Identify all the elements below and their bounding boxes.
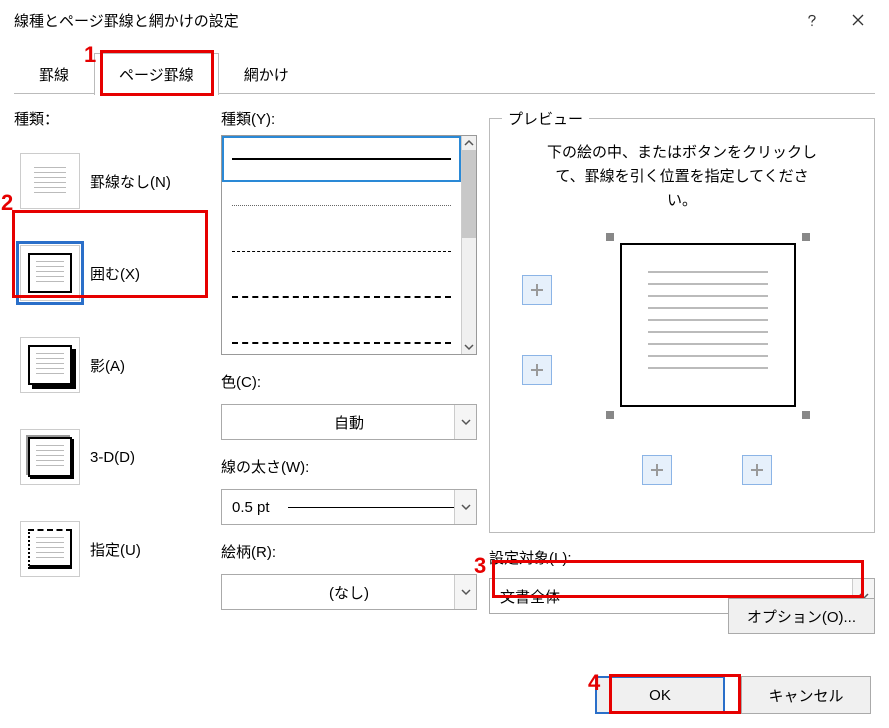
chevron-down-icon (454, 575, 476, 609)
art-value: (なし) (232, 582, 466, 603)
setting-box-icon (20, 245, 80, 301)
line-style-list[interactable] (221, 135, 477, 355)
width-label: 線の太さ(W): (221, 456, 477, 477)
apply-to-label: 設定対象(L): (489, 547, 875, 568)
tab-page-border[interactable]: ページ罫線 (94, 53, 219, 95)
border-top-toggle[interactable] (522, 275, 552, 305)
style-label: 種類(Y): (221, 108, 477, 129)
setting-3d-label: 3-D(D) (90, 449, 135, 466)
preview-page[interactable] (620, 243, 796, 407)
setting-shadow[interactable]: 影(A) (14, 319, 209, 411)
setting-type-label: 種類： (14, 108, 209, 129)
tabstrip: 罫線 ページ罫線 網かけ (0, 40, 889, 94)
setting-custom[interactable]: 指定(U) (14, 503, 209, 595)
chevron-down-icon (454, 490, 476, 524)
width-combo[interactable]: 0.5 pt (221, 489, 477, 525)
setting-box-label: 囲む(X) (90, 263, 140, 284)
art-combo[interactable]: (なし) (221, 574, 477, 610)
border-left-toggle[interactable] (642, 455, 672, 485)
scroll-up-icon[interactable] (462, 136, 476, 150)
style-option-dashed-1[interactable] (222, 228, 461, 274)
setting-none-icon (20, 153, 80, 209)
setting-3d-icon (20, 429, 80, 485)
setting-custom-icon (20, 521, 80, 577)
style-option-dotted[interactable] (222, 182, 461, 228)
preview-hint: 下の絵の中、またはボタンをクリックし て、罫線を引く位置を指定してくださ い。 (502, 141, 862, 213)
setting-shadow-label: 影(A) (90, 355, 125, 376)
border-right-toggle[interactable] (742, 455, 772, 485)
style-option-dashed-2[interactable] (222, 274, 461, 320)
cancel-button[interactable]: キャンセル (741, 676, 871, 714)
color-value: 自動 (232, 412, 466, 433)
setting-custom-label: 指定(U) (90, 539, 141, 560)
style-option-dashed-3[interactable] (222, 320, 461, 355)
art-label: 絵柄(R): (221, 541, 477, 562)
width-value: 0.5 pt (232, 499, 270, 516)
color-label: 色(C): (221, 371, 477, 392)
preview-area (502, 225, 862, 485)
setting-none-label: 罫線なし(N) (90, 171, 171, 192)
style-option-solid[interactable] (222, 136, 461, 182)
setting-none[interactable]: 罫線なし(N) (14, 135, 209, 227)
width-preview-line (288, 507, 466, 508)
help-button[interactable] (789, 5, 835, 35)
tab-borders[interactable]: 罫線 (14, 53, 94, 95)
preview-legend: プレビュー (502, 108, 589, 129)
ok-button[interactable]: OK (595, 676, 725, 714)
dialog-footer: OK キャンセル (595, 676, 871, 714)
preview-group: プレビュー 下の絵の中、またはボタンをクリックし て、罫線を引く位置を指定してく… (489, 108, 875, 533)
scroll-thumb[interactable] (462, 150, 476, 238)
scroll-down-icon[interactable] (462, 340, 476, 354)
close-button[interactable] (835, 5, 881, 35)
titlebar: 線種とページ罫線と網かけの設定 (0, 0, 889, 40)
border-bottom-toggle[interactable] (522, 355, 552, 385)
style-scrollbar[interactable] (461, 136, 476, 354)
setting-box[interactable]: 囲む(X) (14, 227, 209, 319)
dialog-title: 線種とページ罫線と網かけの設定 (14, 10, 789, 31)
setting-3d[interactable]: 3-D(D) (14, 411, 209, 503)
color-combo[interactable]: 自動 (221, 404, 477, 440)
tab-shading[interactable]: 網かけ (219, 53, 314, 95)
apply-to-value: 文書全体 (500, 586, 560, 607)
options-button[interactable]: オプション(O)... (728, 598, 875, 634)
setting-shadow-icon (20, 337, 80, 393)
chevron-down-icon (454, 405, 476, 439)
